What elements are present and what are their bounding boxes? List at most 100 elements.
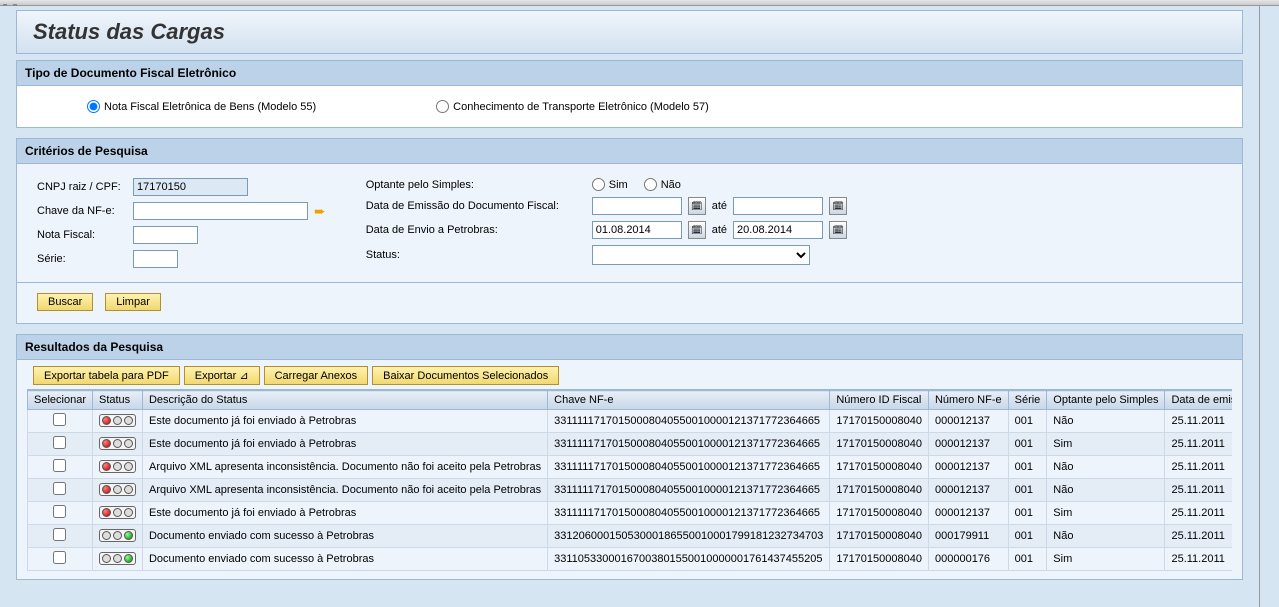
radio-modelo57-label: Conhecimento de Transporte Eletrônico (M… — [453, 101, 709, 113]
status-select[interactable] — [592, 245, 810, 265]
calendar-icon[interactable]: 🗓 — [829, 221, 847, 239]
column-header[interactable]: Selecionar — [28, 391, 93, 410]
cell-optante: Não — [1047, 479, 1165, 502]
main-scroll-area[interactable]: Status das Cargas Tipo de Documento Fisc… — [0, 6, 1260, 607]
doc-type-header: Tipo de Documento Fiscal Eletrônico — [17, 61, 1242, 86]
row-select-checkbox[interactable] — [53, 551, 66, 564]
serie-input[interactable] — [133, 250, 178, 268]
doc-type-panel: Tipo de Documento Fiscal Eletrônico Nota… — [16, 60, 1243, 128]
cell-nfe: 000000176 — [928, 548, 1008, 571]
cell-desc: Este documento já foi enviado à Petrobra… — [142, 502, 547, 525]
table-row: Este documento já foi enviado à Petrobra… — [28, 433, 1233, 456]
table-row: Arquivo XML apresenta inconsistência. Do… — [28, 456, 1233, 479]
calendar-icon[interactable]: 🗓 — [829, 197, 847, 215]
carregar-anexos-button[interactable]: Carregar Anexos — [264, 366, 369, 385]
cell-optante: Sim — [1047, 502, 1165, 525]
data-envio-from-input[interactable] — [592, 221, 682, 239]
row-select-checkbox[interactable] — [53, 413, 66, 426]
ate-label-1: até — [712, 200, 727, 212]
column-header[interactable]: Status — [92, 391, 142, 410]
baixar-selecionados-button[interactable]: Baixar Documentos Selecionados — [372, 366, 559, 385]
row-select-checkbox[interactable] — [53, 436, 66, 449]
cell-optante: Não — [1047, 410, 1165, 433]
cell-desc: Arquivo XML apresenta inconsistência. Do… — [142, 456, 547, 479]
cell-emissao: 25.11.2011 — [1165, 479, 1232, 502]
arrow-right-icon[interactable]: ➨ — [314, 203, 326, 220]
table-row: Este documento já foi enviado à Petrobra… — [28, 502, 1233, 525]
calendar-icon[interactable]: 🗓 — [688, 197, 706, 215]
radio-optante-nao-input[interactable] — [644, 178, 657, 191]
cell-chave: 3311111717015000804055001000012137177236… — [548, 433, 830, 456]
status-lights-icon — [99, 460, 136, 473]
optante-label: Optante pelo Simples: — [366, 179, 586, 191]
data-envio-to-input[interactable] — [733, 221, 823, 239]
data-emissao-from-input[interactable] — [592, 197, 682, 215]
radio-optante-sim-input[interactable] — [592, 178, 605, 191]
status-lights-icon — [99, 414, 136, 427]
table-row: Documento enviado com sucesso à Petrobra… — [28, 548, 1233, 571]
cell-idfiscal: 17170150008040 — [830, 456, 929, 479]
cell-idfiscal: 17170150008040 — [830, 525, 929, 548]
nota-fiscal-label: Nota Fiscal: — [37, 229, 127, 241]
cell-chave: 3312060001505300018655001000179918123273… — [548, 525, 830, 548]
cell-nfe: 000012137 — [928, 502, 1008, 525]
cell-serie: 001 — [1008, 433, 1047, 456]
column-header[interactable]: Número ID Fiscal — [830, 391, 929, 410]
column-header[interactable]: Série — [1008, 391, 1047, 410]
calendar-icon[interactable]: 🗓 — [688, 221, 706, 239]
row-select-checkbox[interactable] — [53, 459, 66, 472]
column-header[interactable]: Descrição do Status — [142, 391, 547, 410]
radio-modelo57-input[interactable] — [436, 100, 449, 113]
chave-input[interactable] — [133, 202, 308, 220]
radio-modelo55[interactable]: Nota Fiscal Eletrônica de Bens (Modelo 5… — [87, 100, 316, 113]
export-button[interactable]: Exportar ⊿ — [184, 366, 260, 385]
status-lights-icon — [99, 483, 136, 496]
cell-idfiscal: 17170150008040 — [830, 410, 929, 433]
radio-modelo57[interactable]: Conhecimento de Transporte Eletrônico (M… — [436, 100, 709, 113]
cell-serie: 001 — [1008, 479, 1047, 502]
export-pdf-button[interactable]: Exportar tabela para PDF — [33, 366, 180, 385]
cell-nfe: 000012137 — [928, 433, 1008, 456]
limpar-button[interactable]: Limpar — [105, 293, 161, 311]
cell-chave: 3311053300016700380155001000000176143745… — [548, 548, 830, 571]
cell-chave: 3311111717015000804055001000012137177236… — [548, 456, 830, 479]
criteria-header: Critérios de Pesquisa — [17, 139, 1242, 164]
data-emissao-to-input[interactable] — [733, 197, 823, 215]
page-title: Status das Cargas — [16, 10, 1243, 54]
cell-emissao: 25.11.2011 — [1165, 548, 1232, 571]
data-emissao-label: Data de Emissão do Documento Fiscal: — [366, 200, 586, 212]
row-select-checkbox[interactable] — [53, 528, 66, 541]
radio-modelo55-input[interactable] — [87, 100, 100, 113]
cell-idfiscal: 17170150008040 — [830, 479, 929, 502]
radio-optante-sim[interactable]: Sim — [592, 178, 628, 191]
cell-desc: Documento enviado com sucesso à Petrobra… — [142, 548, 547, 571]
buscar-button[interactable]: Buscar — [37, 293, 93, 311]
cell-serie: 001 — [1008, 525, 1047, 548]
status-label: Status: — [366, 249, 586, 261]
cell-idfiscal: 17170150008040 — [830, 502, 929, 525]
nota-fiscal-input[interactable] — [133, 226, 198, 244]
column-header[interactable]: Número NF-e — [928, 391, 1008, 410]
radio-modelo55-label: Nota Fiscal Eletrônica de Bens (Modelo 5… — [104, 101, 316, 113]
cell-chave: 3311111717015000804055001000012137177236… — [548, 410, 830, 433]
column-header[interactable]: Chave NF-e — [548, 391, 830, 410]
cell-desc: Este documento já foi enviado à Petrobra… — [142, 433, 547, 456]
row-select-checkbox[interactable] — [53, 505, 66, 518]
column-header[interactable]: Data de emissão — [1165, 391, 1232, 410]
radio-optante-nao[interactable]: Não — [644, 178, 681, 191]
cell-desc: Arquivo XML apresenta inconsistência. Do… — [142, 479, 547, 502]
cell-chave: 3311111717015000804055001000012137177236… — [548, 479, 830, 502]
results-panel: Resultados da Pesquisa Exportar tabela p… — [16, 334, 1243, 580]
ate-label-2: até — [712, 224, 727, 236]
cell-serie: 001 — [1008, 502, 1047, 525]
results-header: Resultados da Pesquisa — [17, 335, 1242, 360]
column-header[interactable]: Optante pelo Simples — [1047, 391, 1165, 410]
cell-optante: Não — [1047, 456, 1165, 479]
cell-nfe: 000012137 — [928, 479, 1008, 502]
cell-emissao: 25.11.2011 — [1165, 525, 1232, 548]
row-select-checkbox[interactable] — [53, 482, 66, 495]
results-table: SelecionarStatusDescrição do StatusChave… — [27, 390, 1232, 571]
cell-nfe: 000012137 — [928, 410, 1008, 433]
status-lights-icon — [99, 506, 136, 519]
cnpj-input[interactable] — [133, 178, 248, 196]
